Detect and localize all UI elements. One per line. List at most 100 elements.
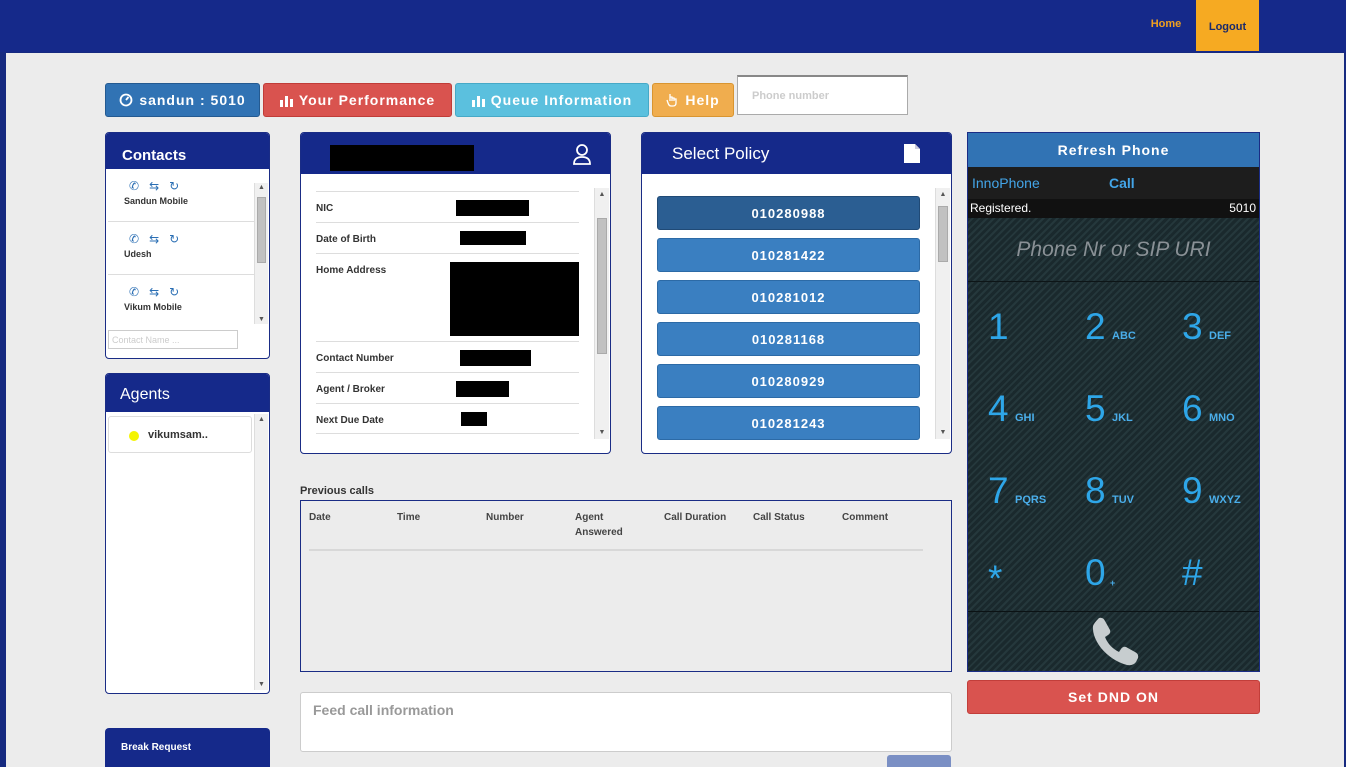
policy-scrollbar[interactable]: ▲ ▼ xyxy=(935,188,950,439)
policy-title: Select Policy xyxy=(672,144,770,163)
dial-key-6[interactable]: 6 MNO xyxy=(1162,370,1258,450)
policy-button[interactable]: 010280988 xyxy=(657,196,920,230)
dial-key-7[interactable]: 7 PQRS xyxy=(968,452,1064,532)
info-row-agent: Agent / Broker xyxy=(316,372,579,403)
contact-item[interactable]: ✆ ⇆ ↻ Udesh xyxy=(108,222,256,275)
column-header: Call Status xyxy=(753,512,805,523)
contact-item[interactable]: ✆ ⇆ ↻ Sandun Mobile xyxy=(108,169,256,222)
column-header: Date xyxy=(309,512,331,523)
submit-button[interactable] xyxy=(887,755,951,767)
contact-item[interactable]: ✆ ⇆ ↻ Vikum Mobile xyxy=(108,275,256,325)
registration-status: Registered. xyxy=(970,201,1032,215)
innophone-brand-link[interactable]: InnoPhone xyxy=(972,175,1040,191)
help-button[interactable]: Help xyxy=(652,83,734,117)
phone-call-icon[interactable]: ✆ xyxy=(129,179,139,193)
phone-call-icon[interactable]: ✆ xyxy=(129,232,139,246)
top-navbar: Home Logout xyxy=(0,0,1346,52)
key-digit: 8 xyxy=(1085,470,1106,511)
info-label: Agent / Broker xyxy=(316,384,385,395)
dashboard-icon xyxy=(119,93,133,107)
info-label: Date of Birth xyxy=(316,234,376,245)
transfer-icon[interactable]: ⇆ xyxy=(149,285,159,299)
feed-call-info-textarea[interactable] xyxy=(300,692,952,752)
agents-panel: Agents vikumsam.. ▲ ▼ xyxy=(105,373,270,694)
bar-chart-icon xyxy=(279,95,293,107)
key-letters: TUV xyxy=(1112,494,1134,506)
set-dnd-button[interactable]: Set DND ON xyxy=(967,680,1260,714)
contacts-title: Contacts xyxy=(106,133,269,169)
dial-key-9[interactable]: 9 WXYZ xyxy=(1162,452,1258,532)
policy-button[interactable]: 010281012 xyxy=(657,280,920,314)
phone-status-bar: Registered. 5010 xyxy=(968,199,1259,218)
transfer-icon[interactable]: ⇆ xyxy=(149,179,159,193)
policy-button[interactable]: 010280929 xyxy=(657,364,920,398)
contacts-panel: Contacts ✆ ⇆ ↻ Sandun Mobile ✆ ⇆ ↻ Udesh… xyxy=(105,132,270,359)
sip-uri-input[interactable] xyxy=(968,218,1259,282)
user-icon xyxy=(573,144,591,165)
user-extension-button[interactable]: sandun : 5010 xyxy=(105,83,260,117)
dial-key-2[interactable]: 2 ABC xyxy=(1065,288,1161,368)
column-header: Comment xyxy=(842,512,889,523)
info-label: NIC xyxy=(316,203,334,214)
redacted-customer-name xyxy=(330,145,474,171)
contact-name: Vikum Mobile xyxy=(124,302,182,312)
nav-home-link[interactable]: Home xyxy=(1140,18,1192,36)
contact-name: Udesh xyxy=(124,249,152,259)
phone-nav: InnoPhone Call xyxy=(968,167,1259,199)
key-digit: 6 xyxy=(1182,388,1203,429)
phone-call-icon[interactable]: ✆ xyxy=(129,285,139,299)
bar-chart-icon xyxy=(471,95,485,107)
key-digit: 1 xyxy=(988,306,1009,347)
dial-key-8[interactable]: 8 TUV xyxy=(1065,452,1161,532)
hand-pointer-icon xyxy=(666,94,677,107)
customer-scrollbar[interactable]: ▲ ▼ xyxy=(594,188,609,439)
redacted-value xyxy=(460,231,526,245)
dial-key-hash[interactable]: # xyxy=(1162,534,1258,614)
transfer-icon[interactable]: ⇆ xyxy=(149,232,159,246)
previous-calls-table: Date Time Number Agent Answered Call Dur… xyxy=(300,500,952,672)
key-digit: 3 xyxy=(1182,306,1203,347)
info-row-due-date: Next Due Date xyxy=(316,403,579,434)
agent-item[interactable]: vikumsam.. xyxy=(108,416,252,453)
redacted-value xyxy=(449,262,579,336)
softphone-panel: Refresh Phone InnoPhone Call Registered.… xyxy=(967,132,1260,672)
queue-information-button[interactable]: Queue Information xyxy=(455,83,649,117)
dial-key-4[interactable]: 4 GHI xyxy=(968,370,1064,450)
dial-key-5[interactable]: 5 JKL xyxy=(1065,370,1161,450)
dial-key-1[interactable]: 1 xyxy=(968,288,1064,368)
refresh-icon[interactable]: ↻ xyxy=(169,232,179,246)
refresh-phone-button[interactable]: Refresh Phone xyxy=(968,133,1259,167)
logout-button[interactable]: Logout xyxy=(1196,0,1259,51)
info-label: Next Due Date xyxy=(316,415,384,426)
dial-key-3[interactable]: 3 DEF xyxy=(1162,288,1258,368)
column-header: Agent Answered xyxy=(575,512,623,538)
phone-number-input[interactable] xyxy=(737,75,908,115)
break-request-header[interactable]: Break Request xyxy=(105,728,270,767)
call-tab[interactable]: Call xyxy=(1109,175,1135,191)
select-policy-panel: Select Policy 010280988 010281422 010281… xyxy=(641,132,952,454)
extension-number: 5010 xyxy=(1229,201,1256,215)
info-row-contact: Contact Number xyxy=(316,341,579,372)
agent-name: vikumsam.. xyxy=(148,429,208,441)
key-digit: 9 xyxy=(1182,470,1203,511)
redacted-value xyxy=(456,200,529,216)
policy-button[interactable]: 010281168 xyxy=(657,322,920,356)
queue-information-label: Queue Information xyxy=(490,92,633,108)
key-letters: ABC xyxy=(1112,330,1136,342)
refresh-icon[interactable]: ↻ xyxy=(169,179,179,193)
your-performance-button[interactable]: Your Performance xyxy=(263,83,452,117)
previous-calls-header: Date Time Number Agent Answered Call Dur… xyxy=(309,510,923,551)
phone-call-icon[interactable] xyxy=(1088,614,1140,666)
column-header: Number xyxy=(486,512,524,523)
key-digit: 7 xyxy=(988,470,1009,511)
refresh-icon[interactable]: ↻ xyxy=(169,285,179,299)
info-label: Home Address xyxy=(316,265,387,276)
contact-search-input[interactable] xyxy=(108,330,238,349)
dial-key-star[interactable]: * xyxy=(968,534,1064,614)
policy-button[interactable]: 010281422 xyxy=(657,238,920,272)
column-header: Time xyxy=(397,512,421,523)
dial-key-0[interactable]: 0 + xyxy=(1065,534,1161,614)
contacts-scrollbar[interactable]: ▲ ▼ xyxy=(254,183,268,324)
agents-scrollbar[interactable]: ▲ ▼ xyxy=(254,414,268,690)
policy-button[interactable]: 010281243 xyxy=(657,406,920,440)
